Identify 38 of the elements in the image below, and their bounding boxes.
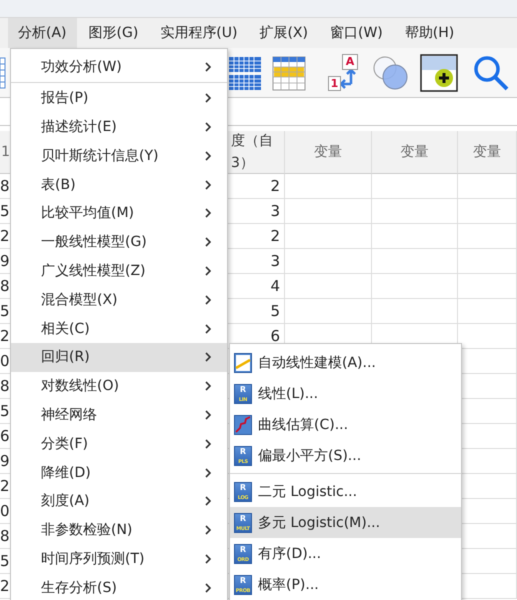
curve-chart-icon (234, 414, 252, 434)
table-cell (458, 299, 517, 324)
column-header[interactable]: 1 (0, 131, 11, 174)
menu-item[interactable]: 分类(F) (11, 429, 227, 458)
menu-item[interactable]: 神经网络 (11, 400, 227, 430)
table-cell (458, 199, 517, 224)
menu-bar-item[interactable]: 帮助(H) (394, 18, 464, 48)
menu-item[interactable]: 报告(P) (11, 84, 227, 113)
menu-item[interactable]: 生存分析(S) (11, 573, 227, 600)
overlapping-circles-icon[interactable] (372, 54, 410, 90)
menu-item[interactable]: 时间序列预测(T) (11, 544, 227, 574)
column-header[interactable]: 变量 (372, 131, 458, 174)
menu-item[interactable]: 自动线性建模(A)... (230, 347, 461, 378)
menu-bar-item[interactable]: 扩展(X) (249, 18, 318, 48)
menu-bar-item[interactable]: 实用程序(U) (150, 18, 248, 48)
menu-bar-item[interactable]: 图形(G) (78, 18, 148, 48)
menu-item[interactable]: 非参数检验(N) (11, 516, 227, 545)
menu-bar-item[interactable]: 窗口(W) (320, 18, 393, 48)
table-cell (458, 224, 517, 249)
column-header[interactable]: 变量 (285, 131, 372, 174)
table-cell (458, 174, 517, 199)
chart-line-icon (234, 352, 252, 372)
menu-item[interactable]: 对数线性(O) (11, 372, 227, 401)
table-icon[interactable] (0, 56, 6, 90)
search-icon[interactable] (472, 54, 510, 92)
menu-bar-item[interactable]: 分析(A) (8, 18, 77, 48)
table-grid-icon[interactable] (272, 54, 306, 90)
menu-item[interactable]: 曲线估算(C)... (230, 409, 461, 440)
menu-item[interactable]: 降维(D) (11, 458, 227, 487)
select-cases-icon[interactable] (420, 54, 458, 92)
menu-item[interactable]: 刻度(A) (11, 486, 227, 516)
column-header-line: 3） (231, 154, 254, 173)
menu-item[interactable]: 功效分析(W) (11, 53, 227, 82)
table-cell (458, 274, 517, 299)
column-header-line: 度（自 (231, 132, 273, 151)
table-cell (458, 249, 517, 274)
menu-item[interactable]: 回归(R) (11, 342, 227, 372)
column-header[interactable]: 变量 (458, 131, 517, 174)
